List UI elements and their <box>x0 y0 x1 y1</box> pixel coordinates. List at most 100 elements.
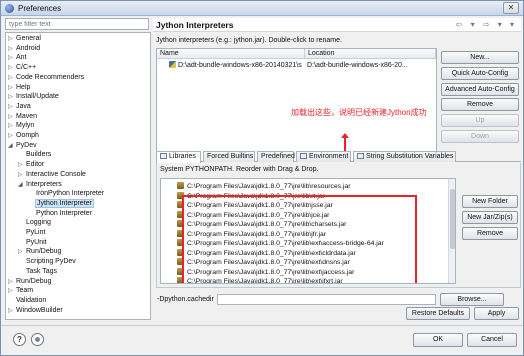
expand-arrow-icon[interactable]: ▷ <box>8 121 16 131</box>
expand-arrow-icon[interactable]: ▷ <box>8 53 16 63</box>
tree-item[interactable]: ▷ Mylyn <box>8 121 34 131</box>
tab-environment[interactable]: Environment <box>296 151 351 162</box>
history-nav-icons[interactable]: ⇦ ▾ ⇨ ▾ ▾ <box>456 20 517 29</box>
interpreter-row-location[interactable]: D:\adt-bundle-windows-x86-20... <box>307 61 435 71</box>
tree-item[interactable]: ▷ Oomph <box>8 131 39 141</box>
python-interpreter-icon <box>169 61 176 68</box>
tree-item[interactable]: Task Tags <box>18 267 57 277</box>
annotation-arrow-icon <box>341 133 349 151</box>
column-header-name[interactable]: Name <box>157 49 305 59</box>
tree-item[interactable]: Scripting PyDev <box>18 257 76 267</box>
tree-item[interactable]: ▷ Maven <box>8 112 37 122</box>
tab-forced-builtins[interactable]: Forced Builtins <box>203 151 255 162</box>
tree-item[interactable]: Logging <box>18 218 51 228</box>
tab-label: Environment <box>309 153 349 160</box>
tab-libraries[interactable]: Libraries <box>156 151 201 163</box>
tab-label: String Substitution Variables <box>366 153 454 160</box>
expand-arrow-icon[interactable]: ▷ <box>18 160 26 170</box>
tree-item[interactable]: PyUnit <box>18 238 47 248</box>
libraries-icon <box>160 153 167 159</box>
import-export-icon[interactable] <box>31 333 44 346</box>
tree-item[interactable]: ▷ Team <box>8 286 33 296</box>
pythonpath-list[interactable]: C:\Program Files\Java\jdk1.8.0_77\jre\li… <box>160 178 456 284</box>
expand-arrow-icon[interactable]: ▷ <box>8 102 16 112</box>
quick-auto-config-button[interactable]: Quick Auto-Config <box>441 67 519 80</box>
ok-button[interactable]: OK <box>413 333 463 347</box>
expand-arrow-icon[interactable]: ▷ <box>8 92 16 102</box>
column-header-location[interactable]: Location <box>305 49 436 59</box>
tree-item[interactable]: Jython Interpreter <box>28 198 94 209</box>
close-window-button[interactable]: ✕ <box>503 2 519 14</box>
tab-predefined[interactable]: Predefined <box>257 151 295 162</box>
tree-item[interactable]: ▷ WindowBuilder <box>8 306 63 316</box>
expand-arrow-icon[interactable]: ▷ <box>18 170 26 180</box>
tree-item[interactable]: ▷ General <box>8 34 41 44</box>
tree-item[interactable]: ▷ Code Recommenders <box>8 73 84 83</box>
interpreter-row-name[interactable]: D:\adt-bundle-windows-x86-20140321\s <box>169 61 305 71</box>
expand-arrow-icon[interactable]: ▷ <box>8 306 16 316</box>
tree-item-label: C/C++ <box>16 64 37 72</box>
interpreters-table[interactable]: Name Location D:\adt-bundle-windows-x86-… <box>156 48 437 162</box>
tree-item[interactable]: ▷ Run/Debug <box>8 277 51 287</box>
environment-icon <box>300 153 307 159</box>
tree-item-label: Editor <box>26 161 45 169</box>
collapse-arrow-icon[interactable]: ◢ <box>18 180 26 190</box>
tree-item[interactable]: ▷ Help <box>8 83 30 93</box>
advanced-auto-config-button[interactable]: Advanced Auto-Config <box>441 83 519 96</box>
tree-item[interactable]: IronPython Interpreter <box>28 189 104 199</box>
scrollbar-thumb[interactable] <box>450 189 455 249</box>
up-button[interactable]: Up <box>441 114 519 127</box>
tree-item[interactable]: PyLint <box>18 228 45 238</box>
remove-interpreter-button[interactable]: Remove <box>441 98 519 111</box>
expand-arrow-icon[interactable]: ▷ <box>8 277 16 287</box>
tree-item[interactable]: ▷ Interactive Console <box>18 170 86 180</box>
tree-item-label: Interactive Console <box>26 170 86 178</box>
new-jar-zip-button[interactable]: New Jar/Zip(s) <box>462 211 518 224</box>
tree-item[interactable]: ▷ Run/Debug <box>18 247 61 257</box>
tree-item[interactable]: ▷ Java <box>8 102 31 112</box>
browse-button[interactable]: Browse... <box>440 293 504 306</box>
tree-item-label: General <box>16 35 41 42</box>
tree-item[interactable]: ▷ Install/Update <box>8 92 59 102</box>
expand-arrow-icon[interactable]: ▷ <box>8 286 16 296</box>
expand-arrow-icon[interactable]: ▷ <box>8 63 16 73</box>
library-item[interactable]: C:\Program Files\Java\jdk1.8.0_77\jre\li… <box>177 182 351 192</box>
tree-item[interactable]: ◢ Interpreters <box>18 180 62 190</box>
remove-library-button[interactable]: Remove <box>462 227 518 240</box>
expand-arrow-icon[interactable]: ▷ <box>8 44 16 54</box>
down-button[interactable]: Down <box>441 130 519 143</box>
tree-item[interactable]: ▷ Editor <box>18 160 44 170</box>
jar-icon <box>177 182 184 189</box>
cachedir-input[interactable] <box>217 294 436 305</box>
tree-item-label: Team <box>16 287 34 295</box>
apply-button[interactable]: Apply <box>474 307 519 320</box>
new-folder-button[interactable]: New Folder <box>462 195 518 208</box>
tree-item[interactable]: Python Interpreter <box>28 209 92 219</box>
expand-arrow-icon[interactable]: ▷ <box>8 112 16 122</box>
expand-arrow-icon[interactable]: ▷ <box>18 247 26 257</box>
expand-arrow-icon[interactable]: ▷ <box>8 131 16 141</box>
tree-item-label: Install/Update <box>16 93 59 101</box>
tree-item-label: Validation <box>16 296 47 304</box>
tree-item[interactable]: ◢ PyDev <box>8 141 37 151</box>
new-interpreter-button[interactable]: New... <box>441 51 519 64</box>
window-title: Preferences <box>18 4 62 13</box>
tree-item[interactable]: ▷ Android <box>8 44 40 54</box>
expand-arrow-icon[interactable]: ▷ <box>8 34 16 44</box>
filter-input[interactable] <box>5 18 149 30</box>
tree-item[interactable]: Builders <box>18 150 51 160</box>
expand-arrow-icon[interactable]: ▷ <box>8 73 16 83</box>
restore-defaults-button[interactable]: Restore Defaults <box>406 307 470 320</box>
tree-item[interactable]: Validation <box>8 296 46 306</box>
dialog-footer: ? OK Cancel <box>1 325 523 355</box>
preference-page: Jython Interpreters ⇦ ▾ ⇨ ▾ ▾ Jython int… <box>153 18 521 320</box>
expand-arrow-icon[interactable]: ▷ <box>8 83 16 93</box>
tab-string-substitution[interactable]: String Substitution Variables <box>353 151 456 162</box>
cancel-button[interactable]: Cancel <box>467 333 517 347</box>
tree-item[interactable]: ▷ C/C++ <box>8 63 36 73</box>
tree-item-label: Java <box>16 102 31 110</box>
help-icon[interactable]: ? <box>13 333 26 346</box>
vertical-scrollbar[interactable] <box>448 179 455 283</box>
collapse-arrow-icon[interactable]: ◢ <box>8 141 16 151</box>
tree-item[interactable]: ▷ Ant <box>8 53 27 63</box>
